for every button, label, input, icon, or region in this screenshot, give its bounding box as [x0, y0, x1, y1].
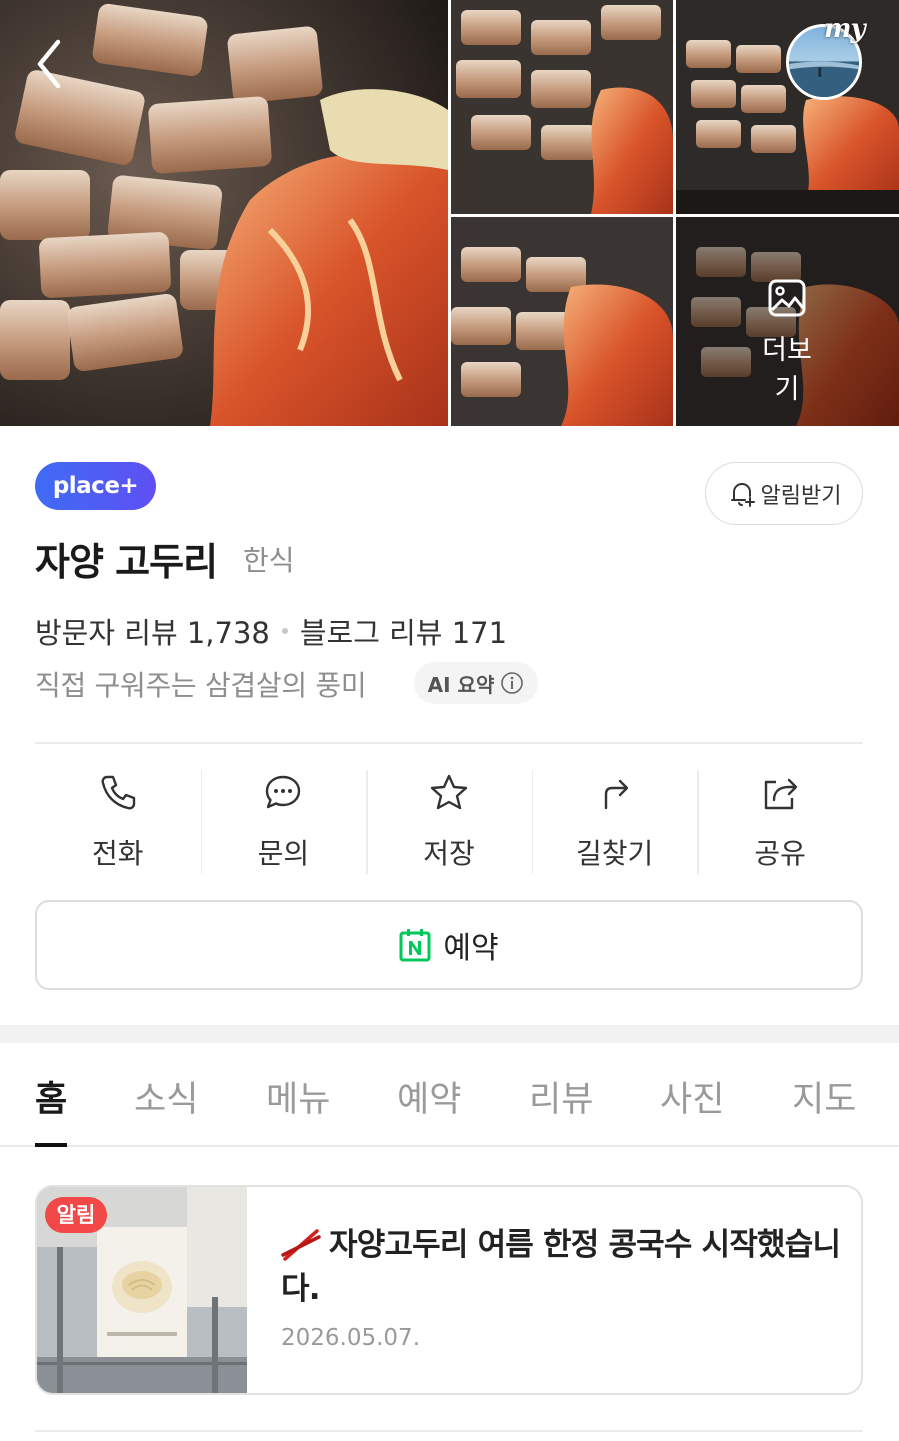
place-name: 자양 고두리	[35, 540, 218, 584]
section-separator	[0, 1025, 899, 1043]
grilled-pork-image	[676, 0, 899, 214]
bell-plus-icon	[730, 482, 755, 507]
blog-review-link[interactable]: 블로그 리뷰 171	[300, 610, 507, 652]
reserve-button[interactable]: 예약	[35, 900, 863, 990]
tab-menu[interactable]: 메뉴	[266, 1071, 330, 1122]
chat-bubble-icon	[266, 775, 301, 809]
action-inquiry[interactable]: 문의	[200, 770, 367, 874]
photo-gallery: 더보기 my	[0, 0, 899, 426]
place-plus-badge: place+	[35, 462, 156, 510]
ai-summary-label: AI 요약	[427, 672, 495, 697]
news-title: 자양고두리 여름 한정 콩국수 시작했습니다.	[281, 1223, 841, 1311]
more-photos-label[interactable]: 더보기	[751, 328, 823, 406]
news-card[interactable]: 알림 자양고두리 여름 한정 콩국수 시작했습니다. 2026.05.07.	[35, 1185, 863, 1395]
action-call-label: 전화	[92, 837, 144, 870]
tab-photos[interactable]: 사진	[660, 1071, 724, 1122]
action-inquiry-label: 문의	[257, 837, 310, 870]
place-category: 한식	[243, 544, 295, 577]
grilled-pork-image	[451, 0, 673, 214]
action-directions[interactable]: 길찾기	[531, 770, 698, 874]
action-bar: 전화 문의 저장 길찾기 공유	[35, 770, 863, 874]
my-badge: my	[824, 14, 866, 44]
action-share-label: 공유	[754, 837, 806, 870]
ai-summary-chip[interactable]: AI 요약	[414, 662, 538, 704]
directions-icon	[604, 779, 628, 810]
notify-button-label: 알림받기	[760, 483, 842, 509]
tab-map[interactable]: 지도	[792, 1071, 856, 1122]
action-save[interactable]: 저장	[366, 770, 532, 874]
active-tab-indicator	[35, 1143, 67, 1147]
alert-badge: 알림	[45, 1197, 107, 1233]
reserve-button-label: 예약	[443, 931, 499, 966]
divider	[35, 742, 863, 744]
chopsticks-icon	[281, 1229, 321, 1261]
divider	[35, 1430, 863, 1432]
separator-dot	[281, 628, 288, 634]
tab-home[interactable]: 홈	[35, 1071, 67, 1122]
news-title-text: 자양고두리 여름 한정 콩국수 시작했습니다.	[281, 1227, 841, 1307]
phone-icon	[101, 775, 135, 810]
gallery-photo-3[interactable]	[676, 0, 899, 214]
action-directions-label: 길찾기	[575, 837, 654, 870]
news-thumbnail: 알림	[37, 1187, 247, 1393]
naver-calendar-icon	[399, 929, 431, 962]
news-date: 2026.05.07.	[281, 1325, 420, 1351]
tab-bar: 홈 소식 메뉴 예약 리뷰 사진 지도	[0, 1043, 899, 1147]
visitor-review-link[interactable]: 방문자 리뷰 1,738	[35, 610, 270, 652]
action-share[interactable]: 공유	[697, 770, 863, 874]
tab-news[interactable]: 소식	[134, 1071, 198, 1122]
action-save-label: 저장	[423, 837, 475, 870]
place-summary: 직접 구워주는 삼겹살의 풍미	[35, 669, 367, 702]
info-icon	[501, 672, 524, 694]
tab-reviews[interactable]: 리뷰	[529, 1071, 593, 1122]
notify-button[interactable]: 알림받기	[705, 462, 863, 525]
gallery-photo-2[interactable]	[451, 0, 673, 214]
star-icon	[430, 774, 468, 810]
grilled-pork-image	[451, 217, 673, 426]
back-chevron-icon[interactable]	[28, 36, 72, 92]
action-call[interactable]: 전화	[35, 770, 201, 874]
tab-reservation[interactable]: 예약	[397, 1071, 461, 1122]
share-icon	[764, 778, 798, 810]
image-icon	[768, 279, 806, 317]
gallery-photo-4[interactable]	[451, 217, 673, 426]
review-counts: 방문자 리뷰 1,738 블로그 리뷰 171	[35, 610, 507, 652]
